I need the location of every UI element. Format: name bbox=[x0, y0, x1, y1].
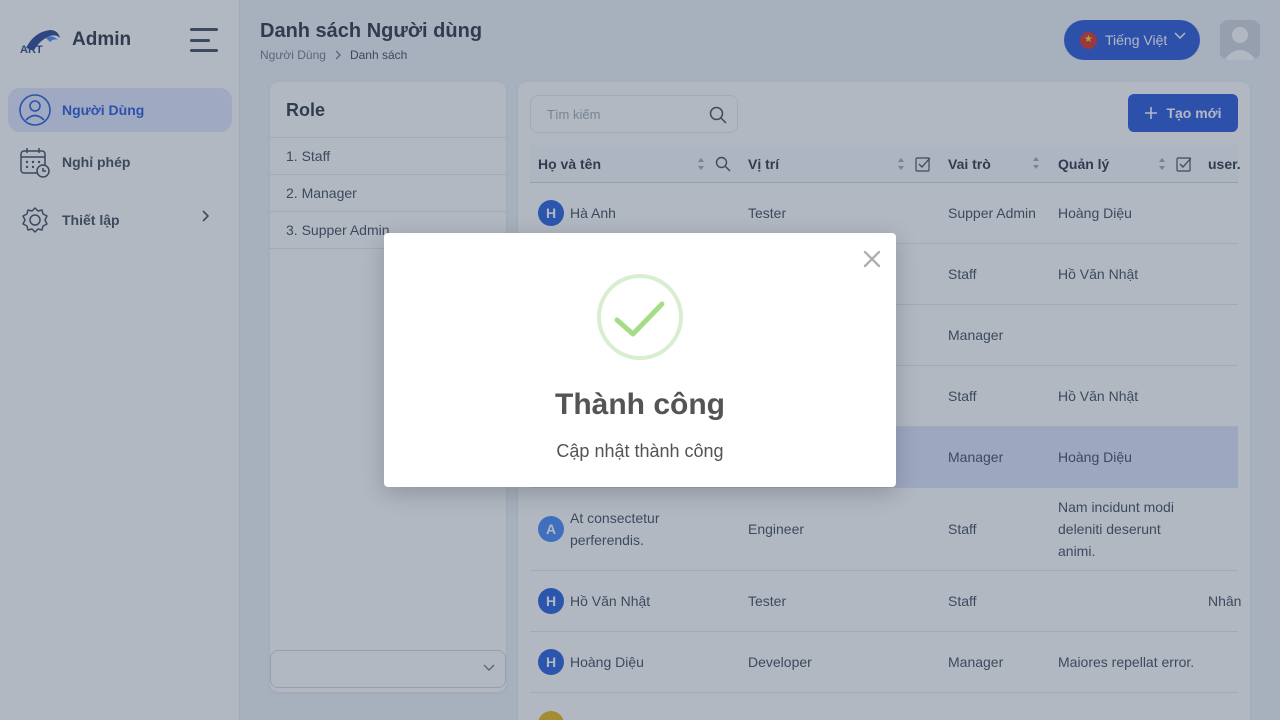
success-check-icon bbox=[597, 274, 683, 360]
dialog-title: Thành công bbox=[555, 388, 725, 421]
success-dialog: Thành công Cập nhật thành công bbox=[384, 233, 896, 487]
close-icon[interactable] bbox=[860, 247, 884, 271]
dialog-message: Cập nhật thành công bbox=[556, 441, 724, 461]
